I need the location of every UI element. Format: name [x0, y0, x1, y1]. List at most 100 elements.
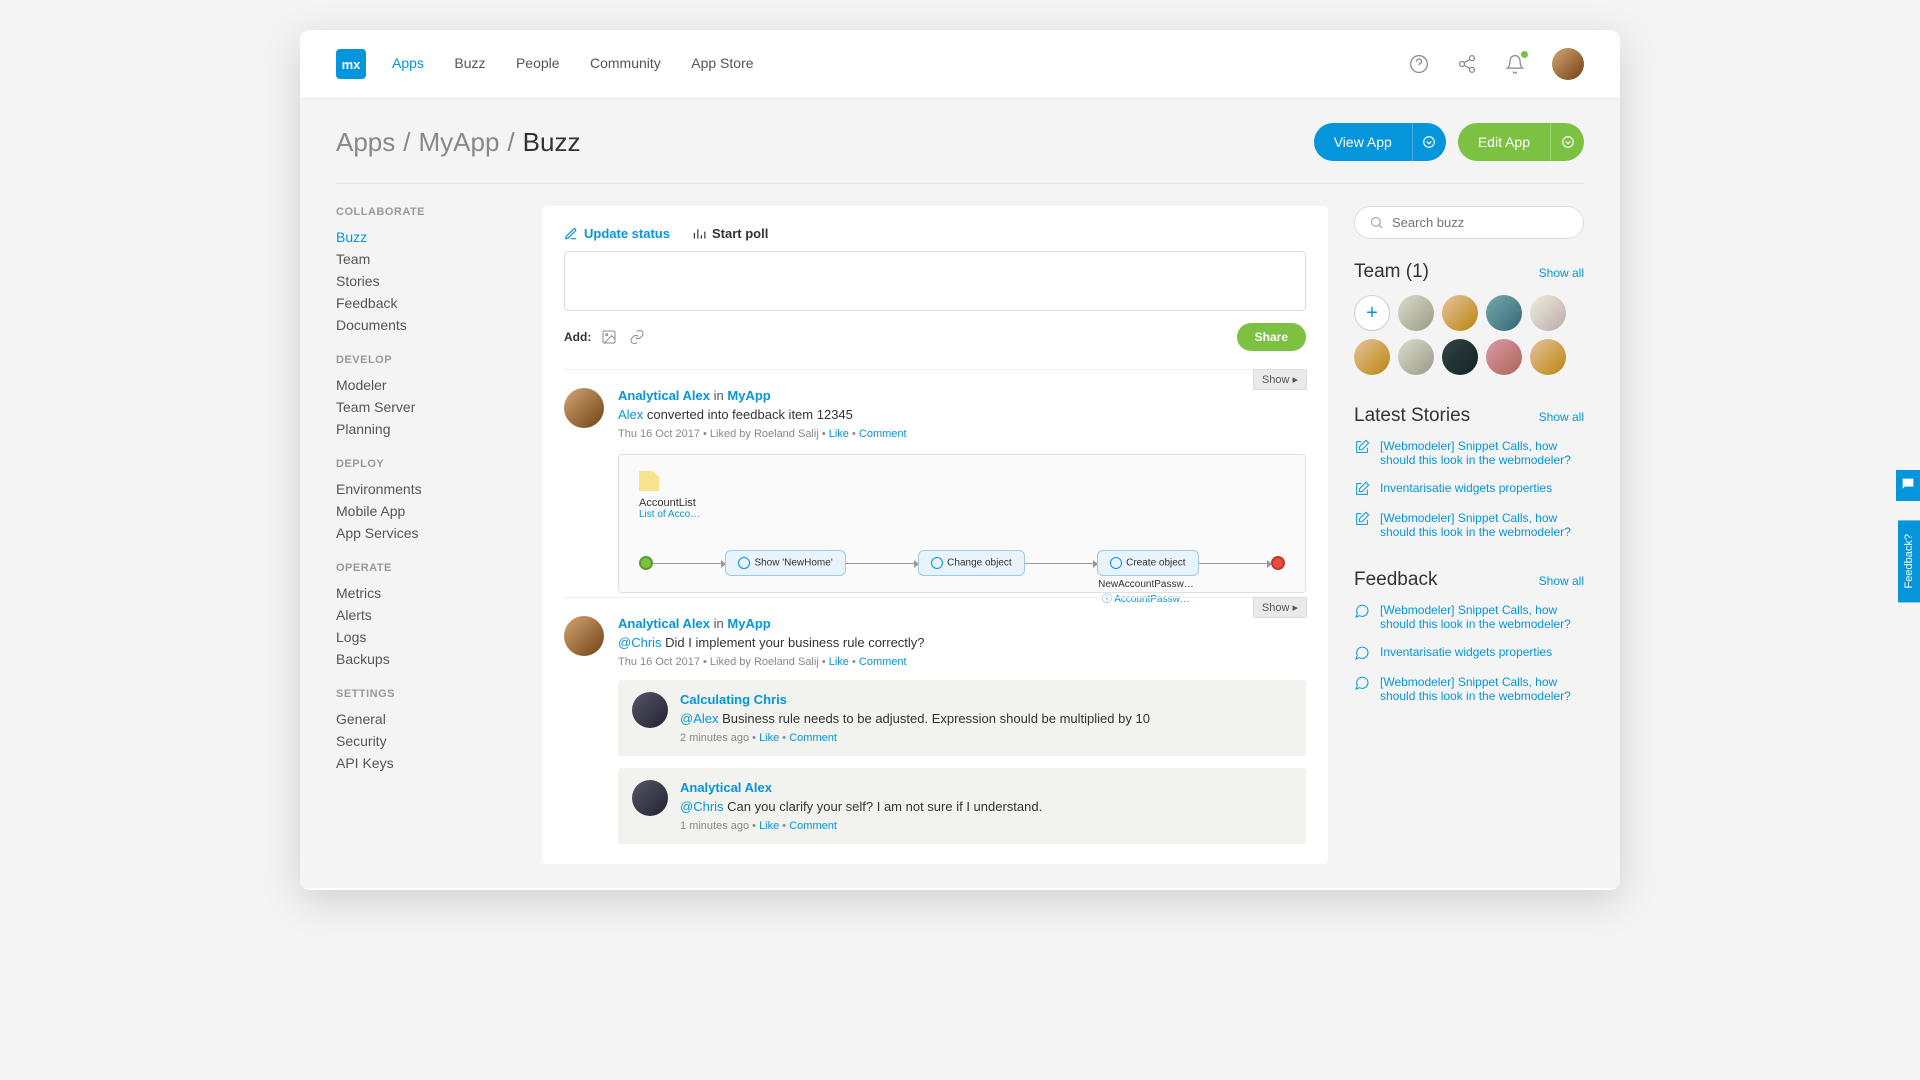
help-icon[interactable] [1408, 53, 1430, 75]
user-avatar[interactable] [1552, 48, 1584, 80]
like-link[interactable]: Like [829, 428, 849, 440]
team-member[interactable] [1442, 339, 1478, 375]
comment-link[interactable]: Comment [859, 428, 907, 440]
show-button[interactable]: Show ▸ [1253, 597, 1307, 618]
team-member[interactable] [1398, 295, 1434, 331]
sidebar-item-buzz[interactable]: Buzz [336, 226, 516, 248]
sidebar-item-general[interactable]: General [336, 708, 516, 730]
post: Show ▸ Analytical Alex in MyApp Alex con… [564, 369, 1306, 593]
crumb-apps[interactable]: Apps [336, 127, 395, 158]
mention[interactable]: @Chris [618, 635, 662, 650]
post-avatar[interactable] [564, 616, 604, 656]
flow-node: Create objectNewAccountPassw…ⓘ AccountPa… [1097, 550, 1198, 576]
list-item[interactable]: [Webmodeler] Snippet Calls, how should t… [1354, 675, 1584, 703]
top-navigation: mx Apps Buzz People Community App Store [300, 30, 1620, 99]
sidebar-item-feedback[interactable]: Feedback [336, 292, 516, 314]
post-author[interactable]: Analytical Alex [618, 616, 710, 631]
like-link[interactable]: Like [759, 732, 779, 744]
sidebar-heading: DEPLOY [336, 458, 516, 470]
list-item[interactable]: Inventarisatie widgets properties [1354, 645, 1584, 661]
mention[interactable]: @Alex [680, 711, 719, 726]
start-poll-tab[interactable]: Start poll [692, 226, 768, 241]
sidebar-item-api-keys[interactable]: API Keys [336, 752, 516, 774]
view-app-button[interactable]: View App [1314, 123, 1446, 161]
main-content: Update status Start poll Add: Share Show… [542, 206, 1328, 864]
team-member[interactable] [1398, 339, 1434, 375]
link-icon[interactable] [629, 329, 645, 345]
mention[interactable]: @Chris [680, 799, 724, 814]
chevron-down-icon[interactable] [1550, 123, 1584, 161]
nav-community[interactable]: Community [590, 55, 661, 71]
sidebar-item-alerts[interactable]: Alerts [336, 604, 516, 626]
feedback-showall[interactable]: Show all [1539, 574, 1584, 588]
sidebar-item-app-services[interactable]: App Services [336, 522, 516, 544]
mention[interactable]: Alex [618, 407, 643, 422]
list-item[interactable]: Inventarisatie widgets properties [1354, 481, 1584, 497]
sidebar-item-backups[interactable]: Backups [336, 648, 516, 670]
sidebar-item-mobile-app[interactable]: Mobile App [336, 500, 516, 522]
sidebar-heading: SETTINGS [336, 688, 516, 700]
comment-avatar[interactable] [632, 780, 668, 816]
team-member[interactable] [1486, 295, 1522, 331]
comment-avatar[interactable] [632, 692, 668, 728]
flow-node: Show 'NewHome' [725, 550, 845, 576]
nav-apps[interactable]: Apps [392, 55, 424, 71]
stories-showall[interactable]: Show all [1539, 410, 1584, 424]
comment-link[interactable]: Comment [789, 732, 837, 744]
comment-link[interactable]: Comment [789, 820, 837, 832]
post-app[interactable]: MyApp [727, 616, 770, 631]
nav-buzz[interactable]: Buzz [454, 55, 485, 71]
team-title: Team (1) [1354, 261, 1429, 283]
feedback-side-tab[interactable]: Feedback? [1898, 520, 1920, 602]
search-box[interactable] [1354, 206, 1584, 239]
sidebar-item-logs[interactable]: Logs [336, 626, 516, 648]
team-member[interactable] [1530, 295, 1566, 331]
flow-node: Change object [918, 550, 1025, 576]
edit-icon [1354, 511, 1370, 527]
post-author[interactable]: Analytical Alex [618, 388, 710, 403]
image-icon[interactable] [601, 329, 617, 345]
list-item[interactable]: [Webmodeler] Snippet Calls, how should t… [1354, 439, 1584, 467]
sidebar-item-security[interactable]: Security [336, 730, 516, 752]
share-icon[interactable] [1456, 53, 1478, 75]
list-item[interactable]: [Webmodeler] Snippet Calls, how should t… [1354, 603, 1584, 631]
post-app[interactable]: MyApp [727, 388, 770, 403]
edit-app-button[interactable]: Edit App [1458, 123, 1584, 161]
nav-people[interactable]: People [516, 55, 560, 71]
team-showall[interactable]: Show all [1539, 266, 1584, 280]
nav-appstore[interactable]: App Store [691, 55, 753, 71]
team-member[interactable] [1442, 295, 1478, 331]
sidebar-item-team-server[interactable]: Team Server [336, 396, 516, 418]
like-link[interactable]: Like [759, 820, 779, 832]
search-input[interactable] [1392, 215, 1569, 230]
crumb-app[interactable]: MyApp [419, 127, 500, 158]
post-avatar[interactable] [564, 388, 604, 428]
sidebar-item-environments[interactable]: Environments [336, 478, 516, 500]
comment-author[interactable]: Calculating Chris [680, 692, 787, 707]
sidebar-heading: DEVELOP [336, 354, 516, 366]
sidebar-item-documents[interactable]: Documents [336, 314, 516, 336]
team-member[interactable] [1354, 339, 1390, 375]
logo[interactable]: mx [336, 49, 366, 79]
share-button[interactable]: Share [1237, 323, 1306, 351]
sidebar-item-team[interactable]: Team [336, 248, 516, 270]
add-team-member[interactable]: + [1354, 295, 1390, 331]
chevron-down-icon[interactable] [1412, 123, 1446, 161]
comment: Analytical Alex @Chris Can you clarify y… [618, 768, 1306, 844]
team-member[interactable] [1530, 339, 1566, 375]
comment-author[interactable]: Analytical Alex [680, 780, 772, 795]
feedback-chat-tab[interactable] [1896, 470, 1920, 501]
bell-icon[interactable] [1504, 53, 1526, 75]
sidebar-item-stories[interactable]: Stories [336, 270, 516, 292]
like-link[interactable]: Like [829, 656, 849, 668]
comment-link[interactable]: Comment [859, 656, 907, 668]
status-input[interactable] [564, 251, 1306, 311]
show-button[interactable]: Show ▸ [1253, 369, 1307, 390]
sidebar-item-planning[interactable]: Planning [336, 418, 516, 440]
list-item[interactable]: [Webmodeler] Snippet Calls, how should t… [1354, 511, 1584, 539]
team-member[interactable] [1486, 339, 1522, 375]
sidebar-item-modeler[interactable]: Modeler [336, 374, 516, 396]
chat-icon [1354, 645, 1370, 661]
update-status-tab[interactable]: Update status [564, 226, 670, 241]
sidebar-item-metrics[interactable]: Metrics [336, 582, 516, 604]
